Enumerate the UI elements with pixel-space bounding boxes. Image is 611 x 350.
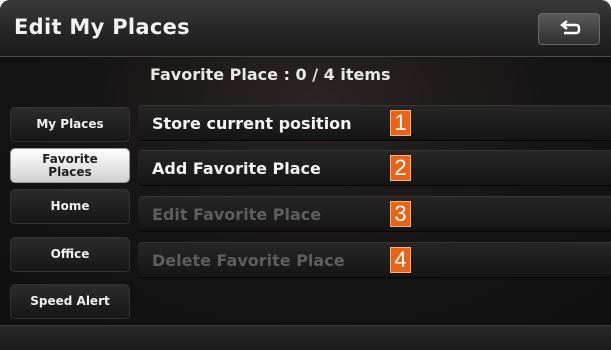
menu-item-add-favorite-place[interactable]: Add Favorite Place [138,150,611,186]
callout-badge-1: 1 [390,110,411,136]
return-arrow-icon [560,20,581,35]
sidebar-item-label: My Places [36,117,104,131]
sidebar-item-office[interactable]: Office [10,237,130,272]
menu-item-delete-favorite-place[interactable]: Delete Favorite Place [138,242,611,278]
menu-item-edit-favorite-place[interactable]: Edit Favorite Place [138,196,611,232]
sidebar-item-label: Home [50,199,90,213]
bottom-bar [0,325,611,350]
page-title: Edit My Places [14,15,190,39]
callout-badge-2: 2 [390,155,411,181]
favorite-count-text: Favorite Place : 0 / 4 items [150,65,391,84]
menu-item-store-current-position[interactable]: Store current position [138,105,611,141]
menu-item-label: Add Favorite Place [152,159,321,178]
title-bar: Edit My Places [0,0,611,57]
sidebar-item-speed-alert[interactable]: Speed Alert [10,284,130,319]
content-area: Favorite Place : 0 / 4 items My Places F… [0,57,611,325]
sidebar-item-my-places[interactable]: My Places [10,107,130,142]
callout-badge-3: 3 [390,201,411,227]
menu-item-label: Edit Favorite Place [152,205,322,224]
nav-screen: Edit My Places Favorite Place : 0 / 4 it… [0,0,611,350]
callout-badge-4: 4 [390,247,411,273]
menu-item-label: Store current position [152,114,352,133]
sidebar-item-label: Speed Alert [30,294,110,308]
sidebar-item-home[interactable]: Home [10,189,130,224]
sidebar-item-label: Office [50,247,90,261]
sidebar-item-label: Favorite Places [42,151,98,179]
back-button[interactable] [538,13,600,45]
menu-item-label: Delete Favorite Place [152,251,345,270]
sidebar-item-favorite-places[interactable]: Favorite Places [10,148,130,183]
